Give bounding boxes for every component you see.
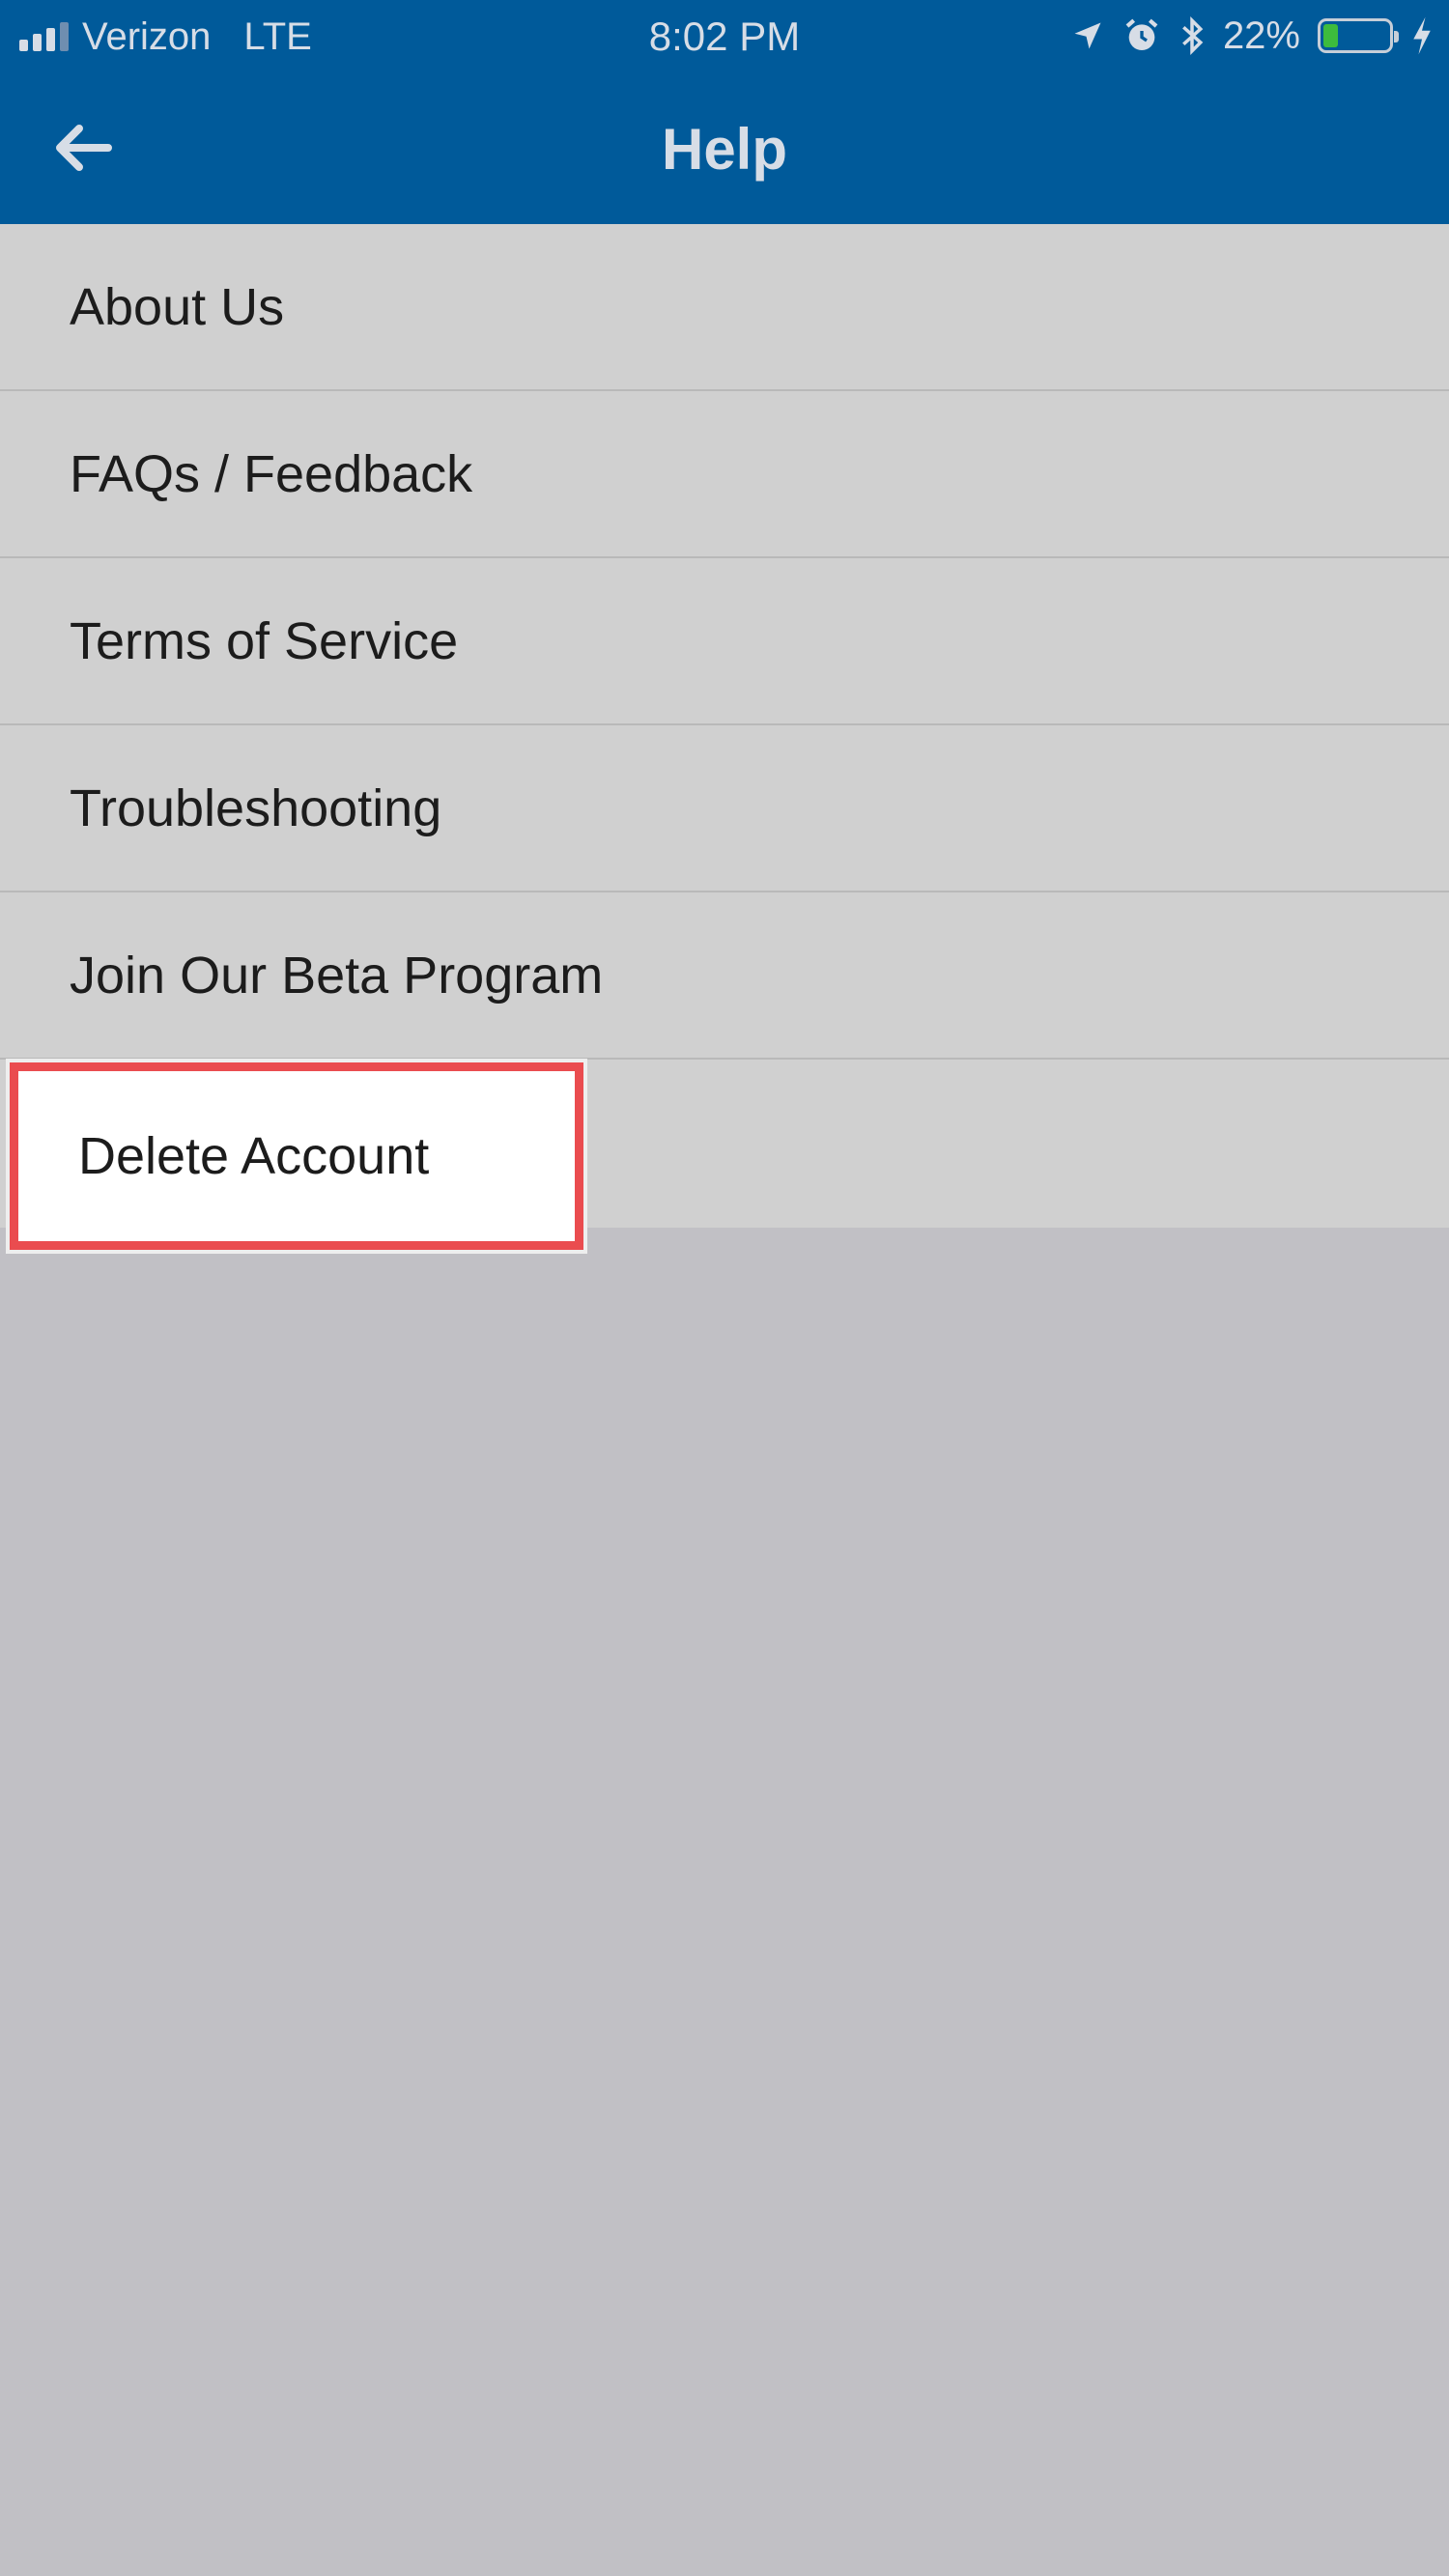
- status-bar-right: 22%: [1070, 14, 1434, 58]
- menu-item-label: About Us: [70, 278, 285, 336]
- page-title: Help: [661, 117, 788, 182]
- app-header: Verizon LTE 8:02 PM 22% Help: [0, 0, 1449, 224]
- menu-item-label: FAQs / Feedback: [70, 445, 473, 503]
- menu-item-troubleshooting[interactable]: Troubleshooting: [0, 725, 1449, 892]
- menu-item-label: Troubleshooting: [70, 779, 442, 837]
- battery-level-fill: [1323, 24, 1338, 47]
- alarm-icon: [1125, 18, 1158, 50]
- menu-item-delete-account[interactable]: Delete Account: [10, 1062, 583, 1250]
- menu-item-label: Join Our Beta Program: [70, 947, 604, 1005]
- bluetooth-icon: [1182, 16, 1204, 55]
- menu-item-label: Terms of Service: [70, 612, 459, 670]
- charging-bolt-icon: [1413, 16, 1431, 55]
- menu-item-about-us[interactable]: About Us: [0, 224, 1449, 391]
- menu-item-terms-of-service[interactable]: Terms of Service: [0, 558, 1449, 725]
- menu-item-faqs-feedback[interactable]: FAQs / Feedback: [0, 391, 1449, 558]
- menu-item-label: Delete Account: [78, 1127, 430, 1185]
- menu-item-join-beta[interactable]: Join Our Beta Program: [0, 892, 1449, 1060]
- location-arrow-icon: [1074, 22, 1101, 49]
- navigation-bar: Help: [0, 73, 1449, 224]
- status-bar: Verizon LTE 8:02 PM 22%: [0, 0, 1449, 73]
- battery-percent: 22%: [1222, 14, 1300, 57]
- battery-icon: [1318, 18, 1399, 53]
